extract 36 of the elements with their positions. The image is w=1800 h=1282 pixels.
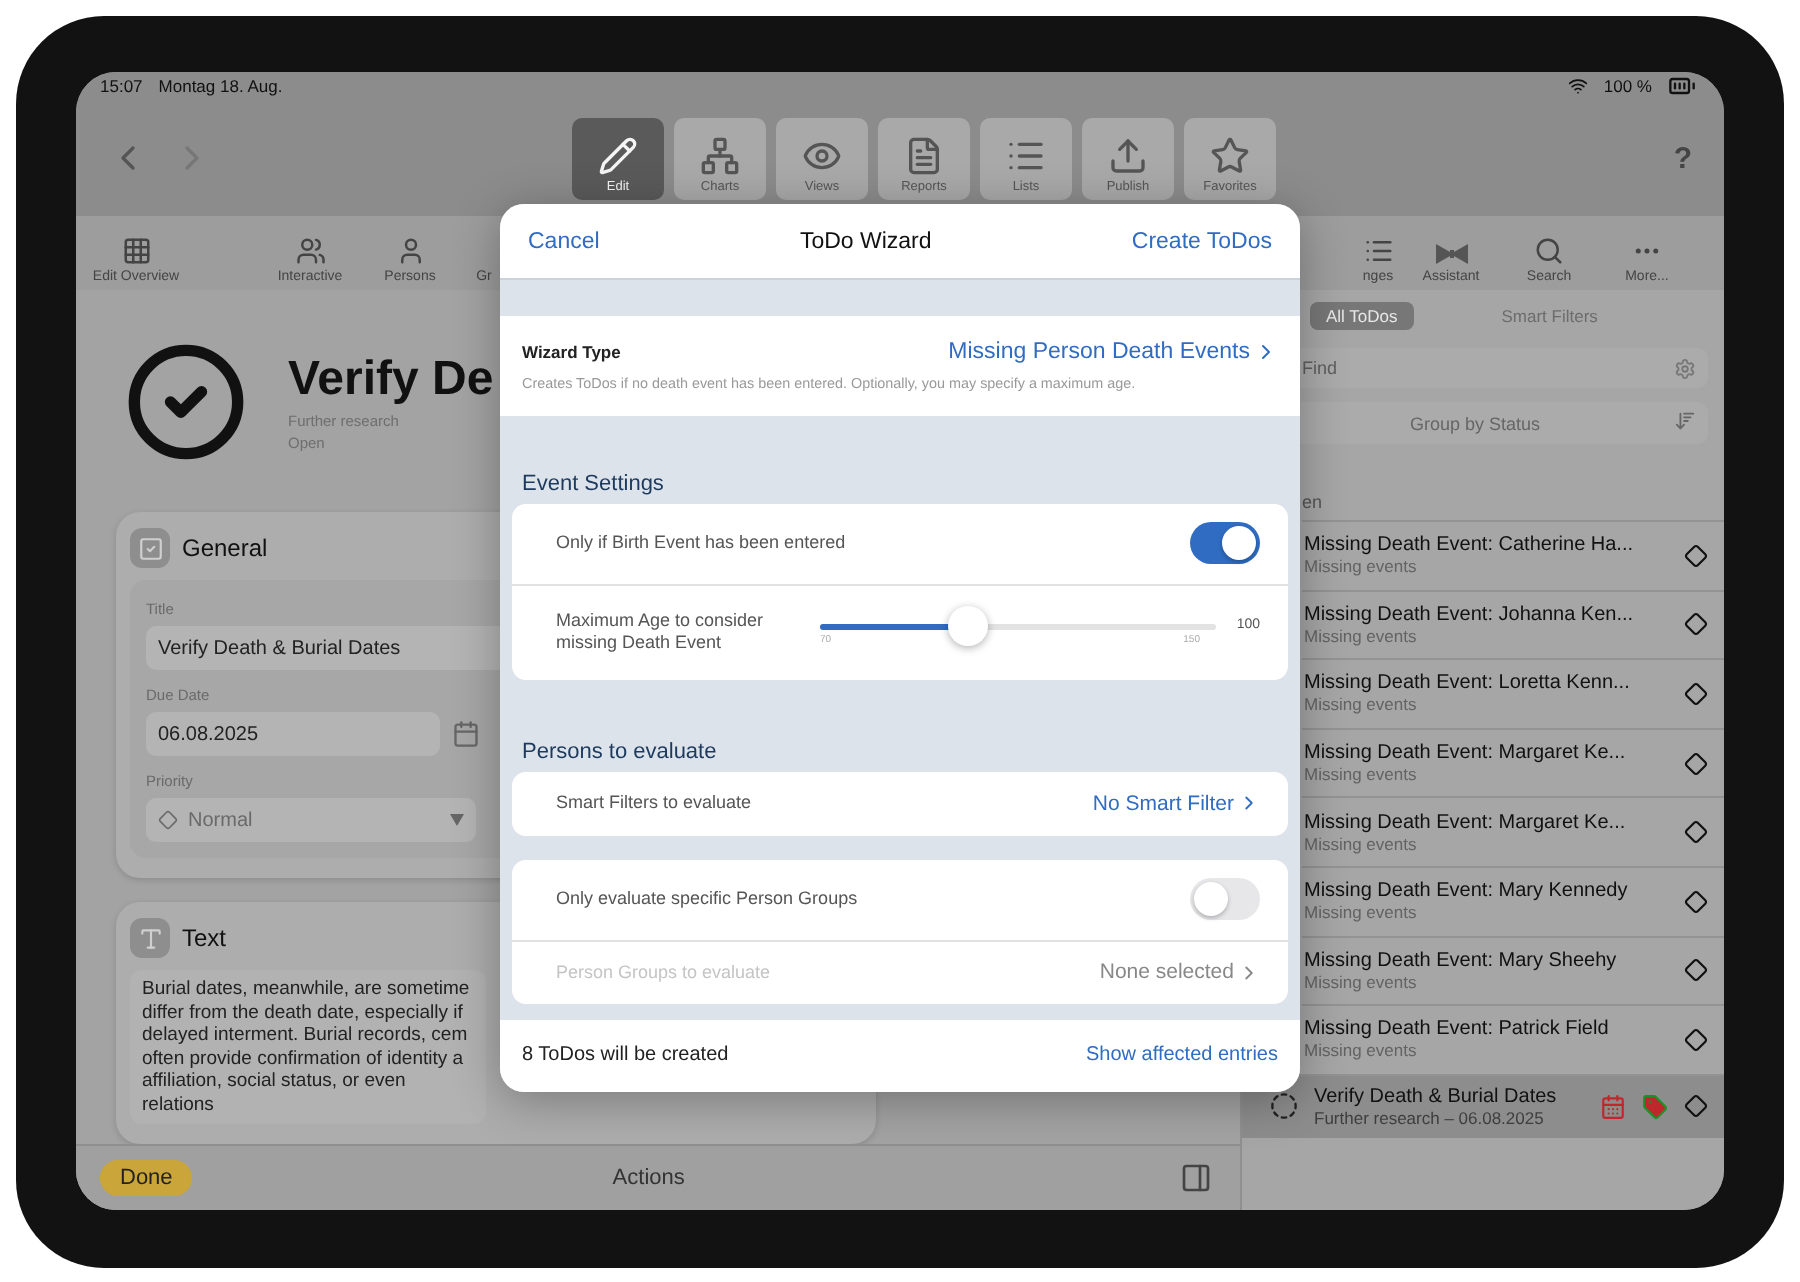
setting-label: Person Groups to evaluate — [556, 961, 771, 984]
todo-title: Verify Death & Burial Dates — [1314, 1085, 1559, 1108]
section-header: en — [1302, 492, 1325, 512]
card-heading: Text — [182, 923, 227, 953]
todo-subtitle: Missing events — [1304, 694, 1419, 715]
todo-title: Missing Death Event: Patrick Field — [1304, 1018, 1611, 1041]
todo-subtitle: Missing events — [1304, 833, 1419, 854]
todo-title: Missing Death Event: Mary Sheehy — [1304, 949, 1619, 972]
todo-subtitle: Missing events — [1304, 1040, 1419, 1061]
todo-title: Missing Death Event: Mary Kennedy — [1304, 880, 1630, 903]
section-heading: Event Settings — [522, 471, 666, 496]
todo-title: Missing Death Event: Margaret Ke... — [1304, 811, 1628, 834]
setting-label: Maximum Age to consider missing Death Event — [556, 610, 766, 654]
todo-subtitle: Further research – 06.08.2025 — [1314, 1107, 1546, 1128]
todo-subtitle: Missing events — [1304, 971, 1419, 992]
setting-label: Only if Birth Event has been entered — [556, 532, 846, 555]
battery-percent: 100 % — [1603, 75, 1652, 97]
status-time: 15:07 — [100, 75, 143, 97]
todo-title: Missing Death Event: Loretta Kenn... — [1304, 672, 1632, 695]
todo-subtitle: Missing events — [1304, 556, 1419, 577]
note-text: Burial dates, meanwhile, are sometime differ from the death date, especially if delayed interment. Burial records, cem often provide confirmation of identity a affiliation, social status, or even relations — [130, 970, 486, 1124]
setting-label: Smart Filters to evaluate — [556, 792, 752, 815]
setting-label: Only evaluate specific Person Groups — [556, 888, 858, 911]
wizard-type-label: Wizard Type — [522, 341, 621, 363]
dialog-title: ToDo Wizard — [799, 229, 932, 253]
todo-title: Missing Death Event: Johanna Ken... — [1304, 603, 1636, 626]
section-heading: Persons to evaluate — [522, 739, 719, 764]
card-heading: General — [182, 533, 268, 563]
status-date: Montag 18. Aug. — [158, 75, 283, 97]
todo-title: Missing Death Event: Catherine Ha... — [1304, 534, 1636, 557]
todo-count: 8 ToDos will be created — [522, 1043, 729, 1068]
todo-subtitle: Missing events — [1304, 764, 1419, 785]
todo-title: Verify De — [288, 352, 494, 408]
todo-subtitle: Missing events — [1304, 625, 1419, 646]
todo-title: Missing Death Event: Margaret Ke... — [1304, 742, 1628, 765]
todo-subtitle: Missing events — [1304, 902, 1419, 923]
